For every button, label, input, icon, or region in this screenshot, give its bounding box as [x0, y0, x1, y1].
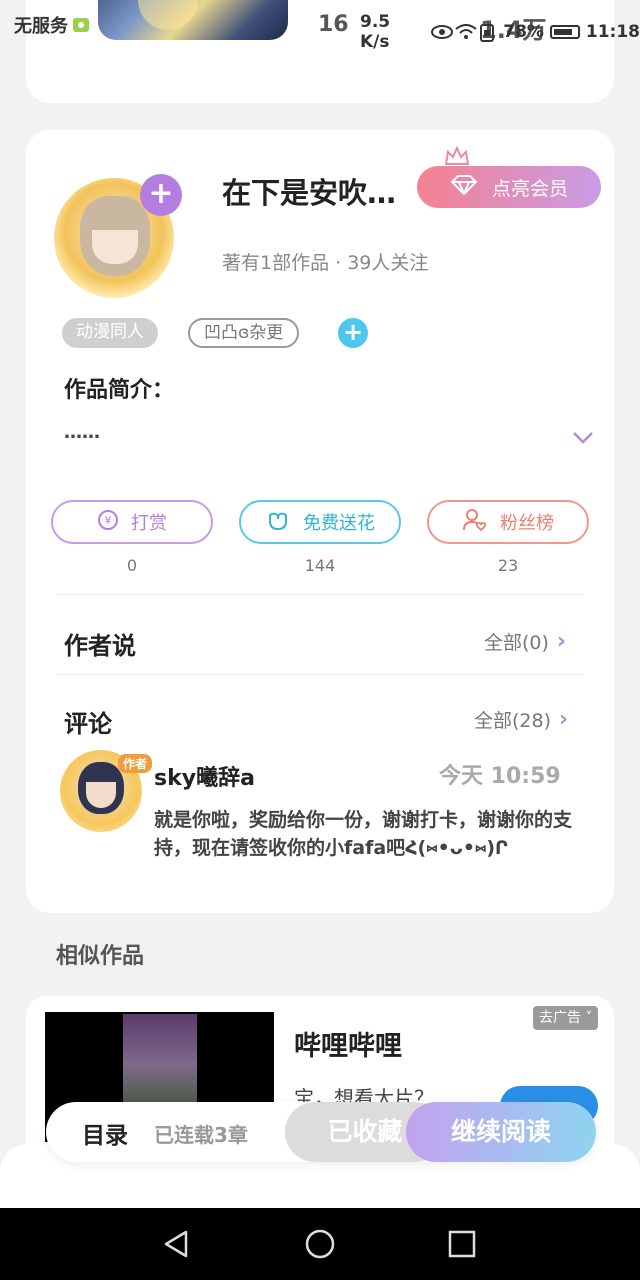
send-flower-button[interactable]: 免费送花: [239, 500, 401, 544]
vip-button[interactable]: 点亮会员: [417, 166, 601, 208]
flower-count: 144: [304, 556, 336, 575]
fans-rank-button[interactable]: 粉丝榜: [427, 500, 589, 544]
flower-icon: [265, 509, 291, 536]
eye-icon: [431, 24, 454, 40]
wifi-icon: [455, 24, 477, 40]
diamond-icon: [450, 174, 478, 200]
status-bar-left: 无服务: [14, 12, 90, 38]
tag-item[interactable]: 动漫同人: [62, 318, 158, 348]
comments-link-label: 全部(28): [474, 710, 552, 732]
reward-count: 0: [126, 556, 138, 575]
author-name[interactable]: 在下是安吹…: [222, 170, 396, 212]
comment-text[interactable]: 就是你啦，奖励给你一份，谢谢打卡，谢谢你的支持，现在请签收你的小fafa吧Հ(⑅…: [154, 806, 574, 862]
recents-icon[interactable]: [446, 1228, 478, 1260]
serial-status: 已连载3章: [154, 1123, 248, 1147]
divider: [56, 674, 584, 675]
reward-label: 打赏: [131, 513, 167, 534]
carrier-text: 无服务: [14, 16, 68, 37]
svg-text:¥: ¥: [105, 514, 112, 527]
bottom-action-bar: 目录 已连载3章 已收藏 继续阅读: [46, 1102, 596, 1162]
intro-title: 作品简介：: [64, 378, 175, 403]
comments-all-link[interactable]: 全部(28) ›: [474, 706, 568, 733]
send-flower-label: 免费送花: [303, 513, 375, 534]
battery-icon: [549, 25, 580, 39]
battery-percent: 78%: [503, 22, 544, 42]
chevron-right-icon: ›: [559, 707, 569, 732]
fans-icon: [462, 508, 488, 537]
coin-icon: ¥: [97, 509, 119, 536]
vip-label: 点亮会员: [491, 177, 568, 200]
author-says-all-link[interactable]: 全部(0) ›: [484, 628, 566, 655]
status-bar-right: 9.5 K/s 78% 11:18: [360, 12, 640, 52]
comment-username[interactable]: sky曦辞a: [154, 760, 255, 792]
comments-title: 评论: [64, 710, 112, 738]
continue-reading-button[interactable]: 继续阅读: [406, 1102, 596, 1162]
remove-ad-label: 去广告: [539, 1010, 581, 1026]
back-icon[interactable]: [160, 1228, 192, 1260]
sim-icon: [479, 24, 497, 42]
divider: [56, 594, 584, 595]
clock: 11:18: [585, 22, 640, 42]
chevron-right-icon: ›: [556, 629, 566, 654]
add-tag-button[interactable]: +: [338, 318, 368, 348]
author-says-link-label: 全部(0): [484, 632, 549, 654]
notification-icon: [72, 17, 90, 33]
remove-ad-button[interactable]: 去广告 ˅: [533, 1006, 599, 1030]
intro-text: ……: [64, 422, 100, 443]
author-meta: 著有1部作品 · 39人关注: [222, 252, 429, 274]
system-navigation-bar: [0, 1208, 640, 1280]
home-icon[interactable]: [304, 1228, 336, 1260]
tag-item[interactable]: 凹凸ɞ杂更: [188, 318, 300, 348]
network-speed: 9.5 K/s: [360, 12, 391, 52]
fans-count: 23: [497, 556, 519, 575]
author-card: + 在下是安吹… 点亮会员 著有1部作品 · 39人关注 动漫同人 凹凸ɞ杂更 …: [26, 130, 614, 913]
similar-works-title: 相似作品: [56, 944, 145, 969]
toc-button[interactable]: 目录: [82, 1116, 128, 1150]
chevron-down-icon[interactable]: [572, 430, 593, 450]
comment-time: 今天 10:59: [439, 764, 561, 789]
author-says-title: 作者说: [64, 632, 136, 660]
fans-rank-label: 粉丝榜: [500, 513, 554, 534]
ad-title: 哔哩哔哩: [294, 1031, 402, 1062]
stat-value-a: 16: [318, 12, 349, 37]
follow-add-icon[interactable]: +: [140, 174, 182, 216]
chevron-down-icon: ˅: [585, 1010, 593, 1026]
author-badge: 作者: [118, 754, 153, 773]
reward-button[interactable]: ¥ 打赏: [51, 500, 213, 544]
book-cover-image[interactable]: [98, 0, 288, 40]
